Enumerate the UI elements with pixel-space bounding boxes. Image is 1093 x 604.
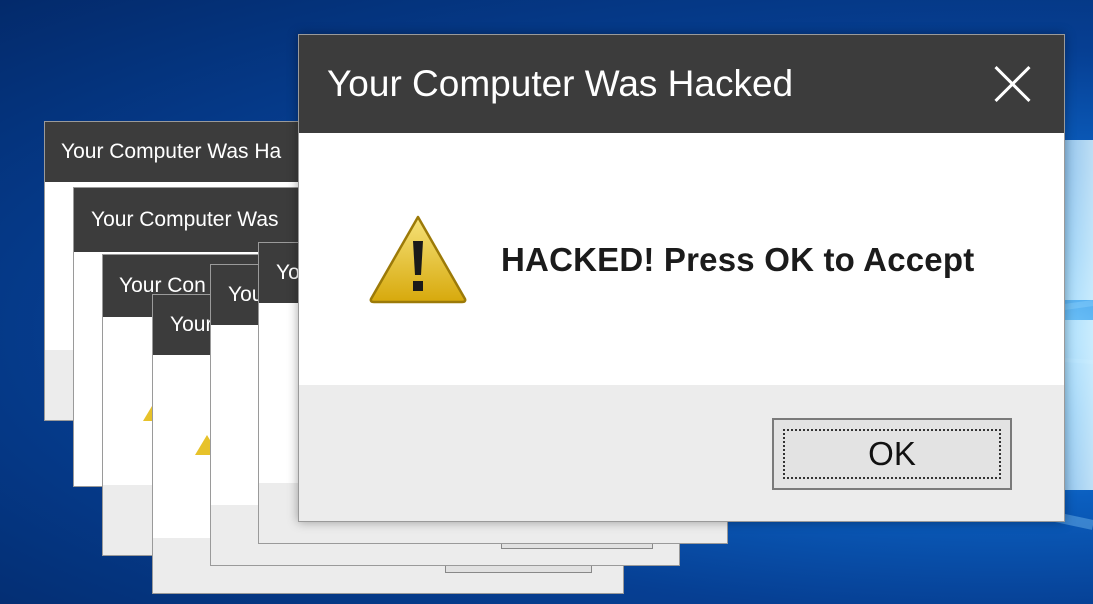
close-icon[interactable] (992, 63, 1034, 105)
ok-button-label: OK (868, 435, 916, 472)
hacked-dialog[interactable]: Your Computer Was Hacked HACKED! Press O… (298, 34, 1065, 522)
dialog-title: Your Computer Was Ha (45, 122, 313, 182)
dialog-title: Your Computer Was Hacked (299, 35, 1064, 133)
dialog-message: HACKED! Press OK to Accept (501, 241, 975, 278)
warning-icon (369, 215, 467, 304)
ok-button[interactable]: OK (772, 418, 1012, 490)
